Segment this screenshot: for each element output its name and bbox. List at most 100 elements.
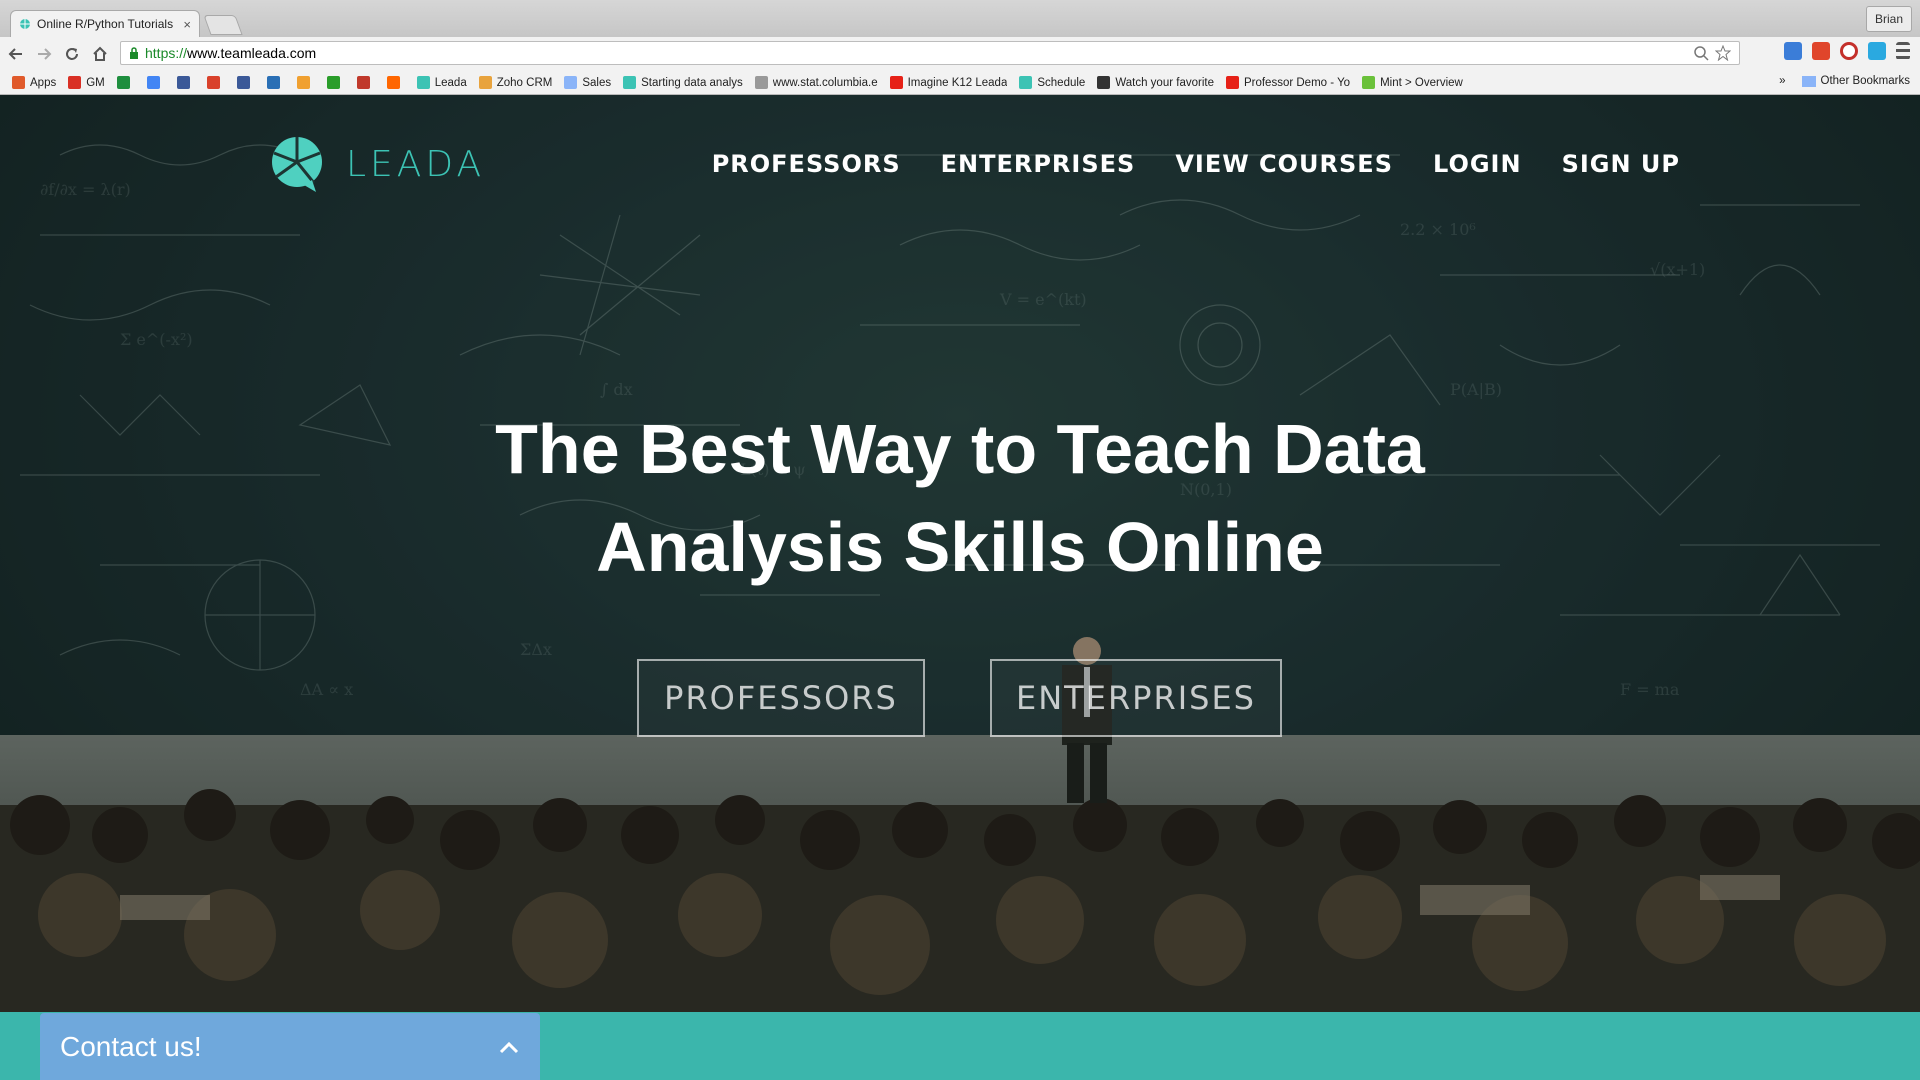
bookmark-item[interactable] [146,76,165,89]
red-app-icon [206,76,220,89]
zoho-icon [478,76,492,89]
nav-professors[interactable]: PROFESSORS [712,150,901,178]
hero-headline: The Best Way to Teach Data Analysis Skil… [0,400,1920,596]
home-button[interactable] [88,42,112,66]
bookmark-item[interactable] [116,76,135,89]
bookmark-item[interactable]: Imagine K12 Leada [889,76,1008,89]
bookmark-label: GM [86,76,105,89]
address-bar[interactable]: https://www.teamleada.com [120,41,1740,65]
browser-toolbar: https://www.teamleada.com [0,37,1920,71]
extension-blue-icon[interactable] [1868,42,1886,60]
bookmarks-overflow-icon[interactable]: » [1779,75,1785,87]
tab-close-icon[interactable]: × [183,17,191,32]
brand-name: LEADA [346,143,486,185]
leada-icon [1019,76,1033,89]
bookmark-item[interactable] [356,76,375,89]
reload-icon [66,48,78,60]
bookmark-item[interactable]: GM [68,76,105,89]
bookmark-item[interactable]: Apps [12,76,56,89]
bookmark-label: Watch your favorite [1115,76,1214,89]
nav-login[interactable]: LOGIN [1433,150,1522,178]
calendar-icon [146,76,160,89]
leada-icon [623,76,637,89]
folder-icon [564,76,578,89]
new-tab-button[interactable] [203,15,243,35]
bookmark-item[interactable]: Professor Demo - Yo [1225,76,1350,89]
folder-icon [1801,75,1816,87]
doc-icon [176,76,190,89]
url-host: www.teamleada.com [187,45,317,61]
bookmark-item[interactable]: www.stat.columbia.e [754,76,878,89]
leada-logo[interactable]: LEADA [268,135,485,193]
reload-button[interactable] [60,42,84,66]
bookmark-label: Apps [30,76,57,89]
flower-icon [296,76,310,89]
headline-line-2: Analysis Skills Online [596,508,1324,586]
bookmark-item[interactable]: Mint > Overview [1362,76,1463,89]
bookmark-item[interactable]: Schedule [1019,76,1085,89]
bookmark-item[interactable] [206,76,225,89]
browser-tab[interactable]: Online R/Python Tutorials × [10,10,200,37]
other-bookmarks-label: Other Bookmarks [1820,75,1910,87]
bookmark-label: Sales [582,76,612,89]
tab-title: Online R/Python Tutorials [37,17,174,31]
extension-bookmark-icon[interactable] [1812,42,1830,60]
hero-section: ∂f/∂x = λ(r) Σ e^(-x²) ∫ dx V = e^(kt) P(A|… [0,95,1920,1012]
bookmark-item[interactable]: Watch your favorite [1097,76,1214,89]
nav-sign-up[interactable]: SIGN UP [1562,150,1680,178]
contact-us-label: Contact us! [60,1030,202,1062]
contact-us-widget[interactable]: Contact us! [40,1013,540,1080]
nav-view-courses[interactable]: VIEW COURSES [1175,150,1393,178]
forward-arrow-icon [38,48,52,60]
nav-enterprises[interactable]: ENTERPRISES [941,150,1136,178]
bookmark-label: Imagine K12 Leada [907,76,1008,89]
bookmark-item[interactable] [236,76,255,89]
mint-icon [1362,76,1376,89]
green-sheet-icon [116,76,130,89]
blue-app-icon [266,76,280,89]
bookmark-item[interactable]: Sales [564,76,611,89]
bookmark-item[interactable]: Starting data analys [623,76,743,89]
main-nav: PROFESSORS ENTERPRISES VIEW COURSES LOGI… [712,150,1680,178]
bookmark-label: Zoho CRM [496,76,553,89]
bookmark-label: Starting data analys [641,76,743,89]
ycombinator-icon [386,76,400,89]
extension-lastpass-icon[interactable] [1840,42,1858,60]
youtube-icon [1225,76,1239,89]
bookmark-item[interactable] [266,76,285,89]
extension-screen-icon[interactable] [1784,42,1802,60]
back-button[interactable] [4,42,28,66]
bookmark-item[interactable] [386,76,405,89]
menu-hamburger-icon[interactable] [1896,42,1910,60]
bookmark-item[interactable] [176,76,195,89]
home-icon [93,46,107,61]
film-icon [1097,76,1111,89]
bookmark-item[interactable]: Leada [416,76,467,89]
enterprises-cta-button[interactable]: ENTERPRISES [990,659,1282,737]
browser-tabstrip: Online R/Python Tutorials × Brian [0,0,1920,37]
chevron-up-icon[interactable] [498,1040,520,1054]
bookmark-item[interactable] [296,76,315,89]
facebook-icon [236,76,250,89]
professors-cta-button[interactable]: PROFESSORS [637,659,925,737]
lock-icon [130,47,138,59]
bookmark-item[interactable]: Zoho CRM [478,76,553,89]
other-bookmarks[interactable]: » Other Bookmarks [1779,75,1910,87]
profile-button[interactable]: Brian [1865,6,1912,32]
back-arrow-icon [8,48,22,60]
zoom-icon[interactable] [1693,45,1709,61]
gmail-icon [68,76,82,89]
bookmark-label: Mint > Overview [1380,76,1463,89]
vb-icon [356,76,370,89]
bookmark-label: Leada [434,76,467,89]
bookmark-label: www.stat.columbia.e [772,76,878,89]
page-icon [754,76,768,89]
youtube-icon [889,76,903,89]
bookmark-star-icon[interactable] [1715,45,1731,61]
tc-icon [326,76,340,89]
leada-favicon-icon [20,19,30,29]
forward-button[interactable] [32,42,56,66]
bookmark-label: Schedule [1037,76,1086,89]
leada-logo-icon [272,137,322,192]
bookmark-item[interactable] [326,76,345,89]
